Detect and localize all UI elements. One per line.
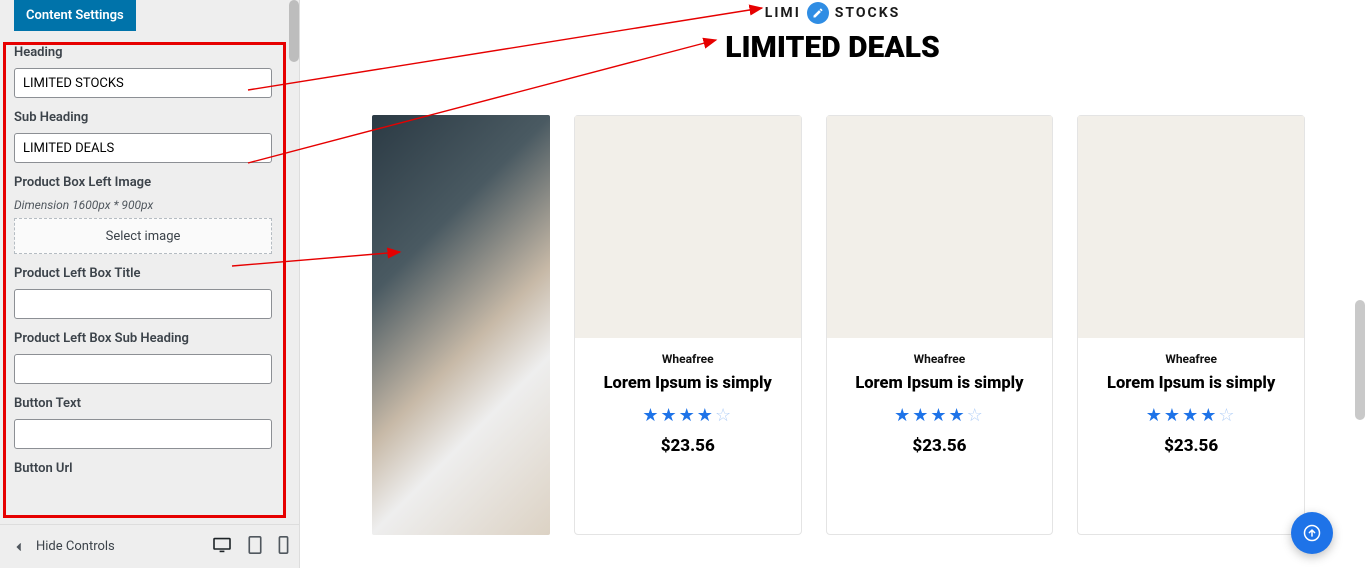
product-card[interactable]: Wheafree Lorem Ipsum is simply ★★★★☆ $23… (574, 115, 802, 535)
product-brand: Wheafree (835, 352, 1045, 366)
product-rating: ★★★★☆ (1086, 405, 1296, 426)
button-text-label: Button Text (14, 396, 283, 411)
left-title-input[interactable] (14, 289, 272, 319)
product-brand: Wheafree (583, 352, 793, 366)
desktop-preview-icon[interactable] (212, 537, 232, 557)
product-price: $23.56 (1086, 436, 1296, 456)
small-heading-right: STOCKS (835, 5, 900, 21)
heading-input[interactable] (14, 68, 272, 98)
subheading-label: Sub Heading (14, 110, 283, 125)
small-heading-left: LIMI (765, 5, 801, 21)
product-rating: ★★★★☆ (835, 405, 1045, 426)
customizer-panel: Content Settings Heading Sub Heading Pro… (0, 0, 300, 568)
customizer-footer: Hide Controls (0, 524, 299, 568)
section-big-heading: LIMITED DEALS (300, 30, 1365, 65)
left-sub-label: Product Left Box Sub Heading (14, 331, 283, 346)
left-title-label: Product Left Box Title (14, 266, 283, 281)
product-card[interactable]: 21% off Wheafree Lorem Ipsum is simply ★… (826, 115, 1054, 535)
chevron-left-icon (10, 540, 28, 554)
hide-controls-label: Hide Controls (36, 539, 115, 554)
left-sub-input[interactable] (14, 354, 272, 384)
section-small-heading[interactable]: LIMI STOCKS (765, 2, 900, 24)
product-brand: Wheafree (1086, 352, 1296, 366)
hide-controls-button[interactable]: Hide Controls (10, 539, 115, 554)
site-preview: LIMI STOCKS LIMITED DEALS Wheafree Lorem… (300, 0, 1365, 568)
tablet-preview-icon[interactable] (248, 536, 262, 558)
button-url-label: Button Url (14, 461, 283, 476)
preview-scrollbar[interactable] (1355, 300, 1365, 420)
heading-label: Heading (14, 45, 283, 60)
product-title: Lorem Ipsum is simply (583, 374, 793, 393)
product-title: Lorem Ipsum is simply (835, 374, 1045, 393)
left-image-hint: Dimension 1600px * 900px (14, 198, 283, 212)
select-image-button[interactable]: Select image (14, 218, 272, 254)
product-image (575, 116, 801, 338)
left-box-image-placeholder (372, 115, 550, 535)
edit-pencil-icon[interactable] (807, 2, 829, 24)
scroll-top-button[interactable] (1291, 512, 1333, 554)
arrow-up-icon (1303, 524, 1321, 542)
product-title: Lorem Ipsum is simply (1086, 374, 1296, 393)
button-text-input[interactable] (14, 419, 272, 449)
product-card[interactable]: Wheafree Lorem Ipsum is simply ★★★★☆ $23… (1077, 115, 1305, 535)
left-image-label: Product Box Left Image (14, 175, 283, 190)
product-rating: ★★★★☆ (583, 405, 793, 426)
product-image (827, 116, 1053, 338)
product-price: $23.56 (835, 436, 1045, 456)
product-left-box (372, 115, 550, 535)
content-settings-button[interactable]: Content Settings (14, 0, 136, 31)
product-image (1078, 116, 1304, 338)
mobile-preview-icon[interactable] (278, 536, 289, 558)
subheading-input[interactable] (14, 133, 272, 163)
product-price: $23.56 (583, 436, 793, 456)
